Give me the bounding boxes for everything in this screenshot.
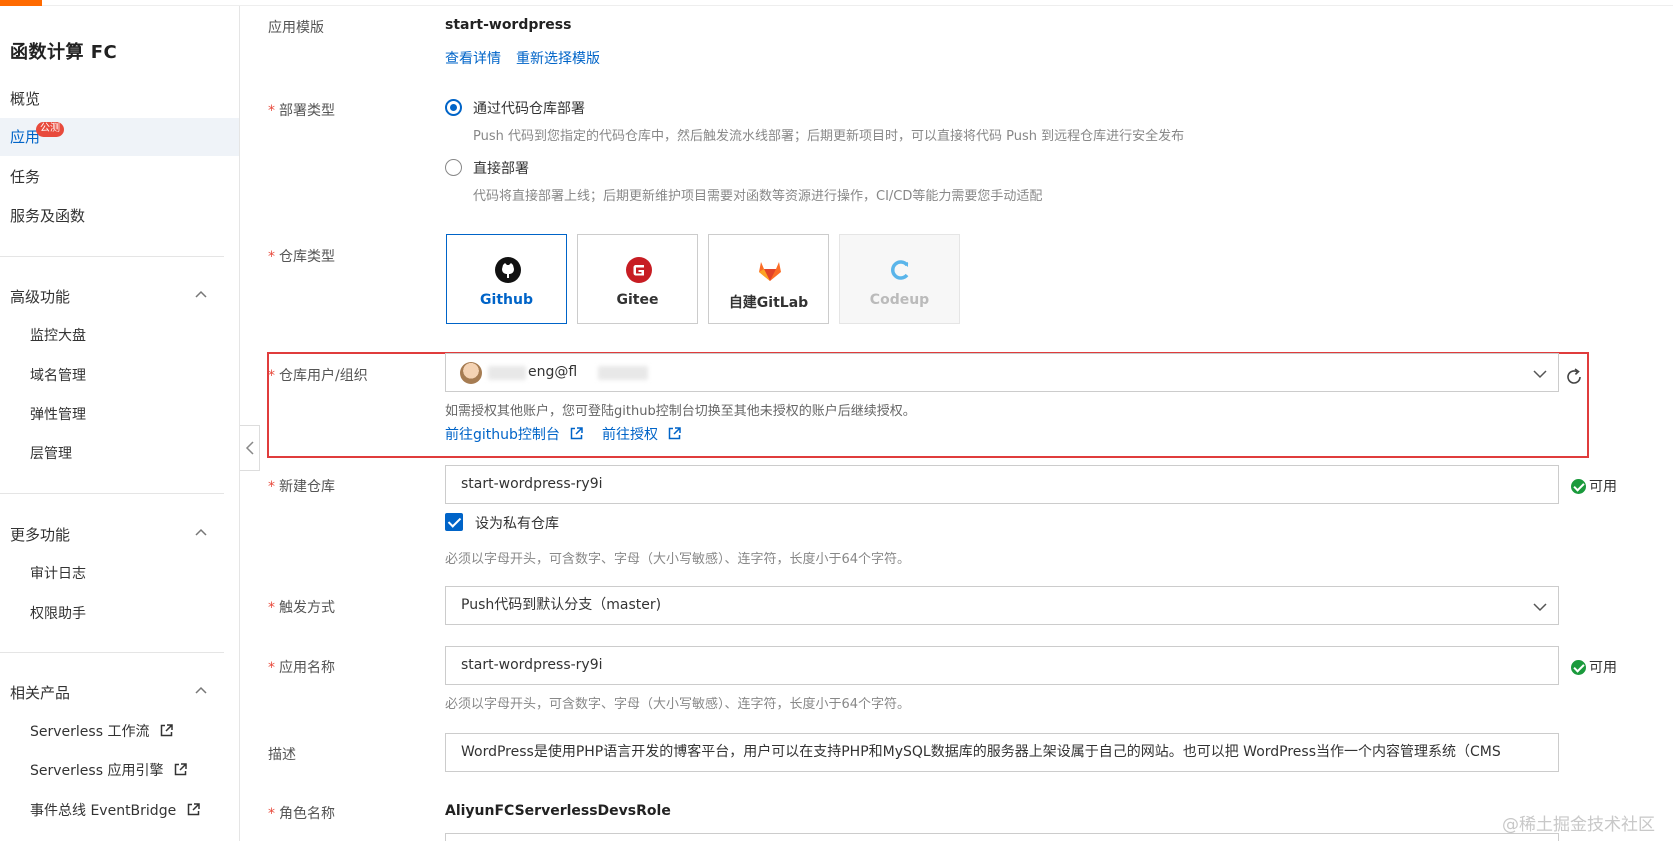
repo-option-label: Codeup [869,292,930,308]
reselect-template-link[interactable]: 重新选择模版 [516,48,600,68]
chevron-left-icon [245,441,254,455]
description-label: 描述 [268,747,296,763]
app-name-label: * 应用名称 [268,660,335,676]
new-repo-hint: 必须以字母开头，可含数字、字母（大小写敏感）、连字符，长度小于64个字符。 [445,552,911,567]
private-repo-checkbox[interactable] [445,513,463,531]
app-name-input[interactable]: start-wordpress-ry9i [445,646,1559,685]
redacted-text [488,366,526,380]
sidebar-item-serverless-app-engine[interactable]: Serverless 应用引擎 [30,760,187,780]
chevron-down-icon [1533,603,1547,612]
sidebar-item-tasks[interactable]: 任务 [0,158,239,196]
repo-option-label: 自建GitLab [728,295,809,311]
trigger-select[interactable]: Push代码到默认分支（master) [445,586,1559,625]
sidebar-item-label: 服务及函数 [10,207,86,225]
redacted-text [598,366,648,380]
private-repo-label[interactable]: 设为私有仓库 [475,513,559,533]
gitlab-icon [759,262,781,281]
sidebar-divider [0,652,224,653]
next-input-edge [445,833,1559,841]
group-more-title[interactable]: 更多功能 [10,524,70,545]
sidebar-item-permission-assistant[interactable]: 权限助手 [30,603,86,623]
sidebar-collapse-toggle[interactable] [240,425,260,471]
sidebar-item-label: Serverless 应用引擎 [30,763,164,779]
template-value: start-wordpress [445,17,572,33]
repo-user-hint: 如需授权其他账户，您可登陆github控制台切换至其他未授权的账户后继续授权。 [445,404,916,419]
sidebar-item-monitoring[interactable]: 监控大盘 [30,325,86,345]
group-related-title[interactable]: 相关产品 [10,682,70,703]
new-repo-label: * 新建仓库 [268,479,335,495]
app-name-status: 可用 [1571,657,1617,677]
repo-option-label: Gitee [616,292,659,308]
repo-option-gitlab[interactable]: 自建GitLab [708,234,829,324]
watermark: @稀土掘金技术社区 [1502,815,1655,835]
top-border [0,0,1673,6]
trigger-label: * 触发方式 [268,600,335,616]
authorize-link[interactable]: 前往授权 [602,424,682,444]
repo-option-github[interactable]: Github [446,234,567,324]
gitee-icon [626,257,652,283]
sidebar-item-serverless-workflow[interactable]: Serverless 工作流 [30,721,173,741]
sidebar-item-label: Serverless 工作流 [30,724,150,740]
repo-option-label: Github [480,292,533,308]
radio-repo-deploy[interactable] [445,99,462,116]
sidebar-item-layers[interactable]: 层管理 [30,443,72,463]
new-repo-status: 可用 [1571,476,1617,496]
repo-user-label: * 仓库用户/组织 [268,368,368,384]
repo-option-codeup[interactable]: Codeup [839,234,960,324]
check-circle-icon [1571,479,1586,494]
sidebar-item-applications[interactable]: 应用 公测 [0,118,239,156]
sidebar-item-label: 任务 [10,168,41,186]
deploy-type-label: * 部署类型 [268,103,335,119]
chevron-down-icon [1533,370,1547,379]
repo-deploy-hint: Push 代码到您指定的代码仓库中，然后触发流水线部署；后期更新项目时，可以直接… [473,129,1185,144]
external-link-icon [174,763,187,776]
github-console-link[interactable]: 前往github控制台 [445,424,584,444]
check-circle-icon [1571,660,1586,675]
repo-deploy-label[interactable]: 通过代码仓库部署 [473,98,585,118]
sidebar-item-overview[interactable]: 概览 [0,80,239,118]
external-link-icon [571,427,584,440]
template-label: 应用模版 [268,20,324,36]
codeup-icon [891,260,909,280]
repo-option-gitee[interactable]: Gitee [577,234,698,324]
external-link-icon [187,803,200,816]
direct-deploy-hint: 代码将直接部署上线；后期更新维护项目需要对函数等资源进行操作，CI/CD等能力需… [473,189,1043,204]
external-link-icon [160,724,173,737]
product-title: 函数计算 FC [10,42,118,63]
refresh-icon[interactable] [1563,366,1585,388]
new-repo-input[interactable]: start-wordpress-ry9i [445,465,1559,504]
sidebar-divider [0,493,224,494]
repo-type-label: * 仓库类型 [268,249,335,265]
sidebar-item-domains[interactable]: 域名管理 [30,365,86,385]
external-link-icon [669,427,682,440]
group-advanced-title[interactable]: 高级功能 [10,286,70,307]
view-details-link[interactable]: 查看详情 [445,48,501,68]
trigger-value: Push代码到默认分支（master) [461,597,662,613]
app-name-hint: 必须以字母开头，可含数字、字母（大小写敏感）、连字符，长度小于64个字符。 [445,697,911,712]
sidebar-divider [0,256,224,257]
role-label: * 角色名称 [268,806,335,822]
github-icon [495,257,521,283]
chevron-up-icon[interactable] [194,287,208,301]
direct-deploy-label[interactable]: 直接部署 [473,158,529,178]
radio-direct-deploy[interactable] [445,159,462,176]
sidebar-item-services-functions[interactable]: 服务及函数 [0,197,239,235]
role-value: AliyunFCServerlessDevsRole [445,803,671,819]
sidebar-item-label: 事件总线 EventBridge [30,803,177,819]
sidebar: 函数计算 FC 概览 应用 公测 任务 服务及函数 高级功能 监控大盘 域名管理… [0,6,240,841]
sidebar-item-audit-log[interactable]: 审计日志 [30,563,86,583]
sidebar-item-label: 概览 [10,90,41,108]
chevron-up-icon[interactable] [194,525,208,539]
chevron-up-icon[interactable] [194,683,208,697]
repo-user-value: eng@fl [528,364,578,380]
sidebar-item-elastic[interactable]: 弹性管理 [30,404,86,424]
repo-user-select[interactable]: eng@fl [445,353,1559,392]
beta-badge: 公测 [36,122,64,137]
description-input[interactable]: WordPress是使用PHP语言开发的博客平台，用户可以在支持PHP和MySQ… [445,733,1559,772]
sidebar-item-eventbridge[interactable]: 事件总线 EventBridge [30,800,200,820]
avatar [460,362,482,384]
